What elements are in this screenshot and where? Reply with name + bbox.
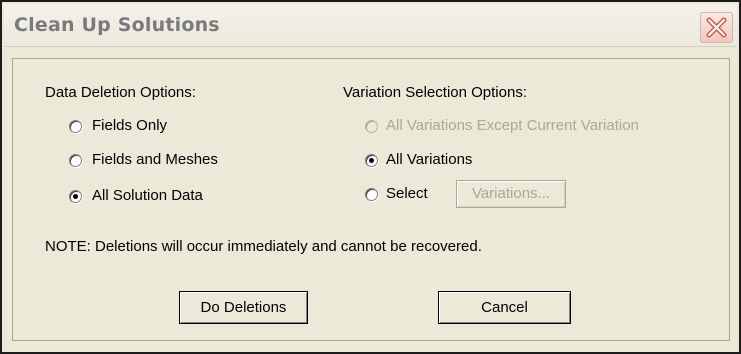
radio-all-variations[interactable] — [365, 154, 378, 167]
do-deletions-button[interactable]: Do Deletions — [179, 291, 308, 324]
radio-label-select[interactable]: Select — [386, 185, 428, 202]
radio-selected-dot — [73, 194, 78, 199]
radio-selected-dot — [369, 158, 374, 163]
radio-label-all-except-current: All Variations Except Current Variation — [386, 117, 639, 134]
radio-all-solution-data[interactable] — [69, 190, 82, 203]
deletion-note: NOTE: Deletions will occur immediately a… — [45, 238, 482, 255]
title-bar: Clean Up Solutions — [4, 4, 737, 47]
radio-label-all-solution-data[interactable]: All Solution Data — [92, 187, 203, 204]
cancel-button[interactable]: Cancel — [438, 291, 571, 324]
data-deletion-heading: Data Deletion Options: — [45, 84, 196, 101]
close-icon — [706, 17, 727, 38]
dialog-title: Clean Up Solutions — [14, 14, 220, 36]
radio-label-all-variations[interactable]: All Variations — [386, 151, 472, 168]
radio-fields-only[interactable] — [69, 120, 82, 133]
options-panel: Data Deletion Options: Fields Only Field… — [12, 58, 730, 341]
radio-select[interactable] — [365, 188, 378, 201]
radio-label-fields-and-meshes[interactable]: Fields and Meshes — [92, 151, 218, 168]
dialog-window: Clean Up Solutions Data Deletion Options… — [0, 0, 741, 354]
radio-fields-and-meshes[interactable] — [69, 154, 82, 167]
radio-all-except-current — [365, 120, 378, 133]
variations-button: Variations... — [456, 180, 566, 208]
variation-selection-heading: Variation Selection Options: — [343, 84, 527, 101]
close-button[interactable] — [700, 12, 733, 43]
radio-label-fields-only[interactable]: Fields Only — [92, 117, 167, 134]
